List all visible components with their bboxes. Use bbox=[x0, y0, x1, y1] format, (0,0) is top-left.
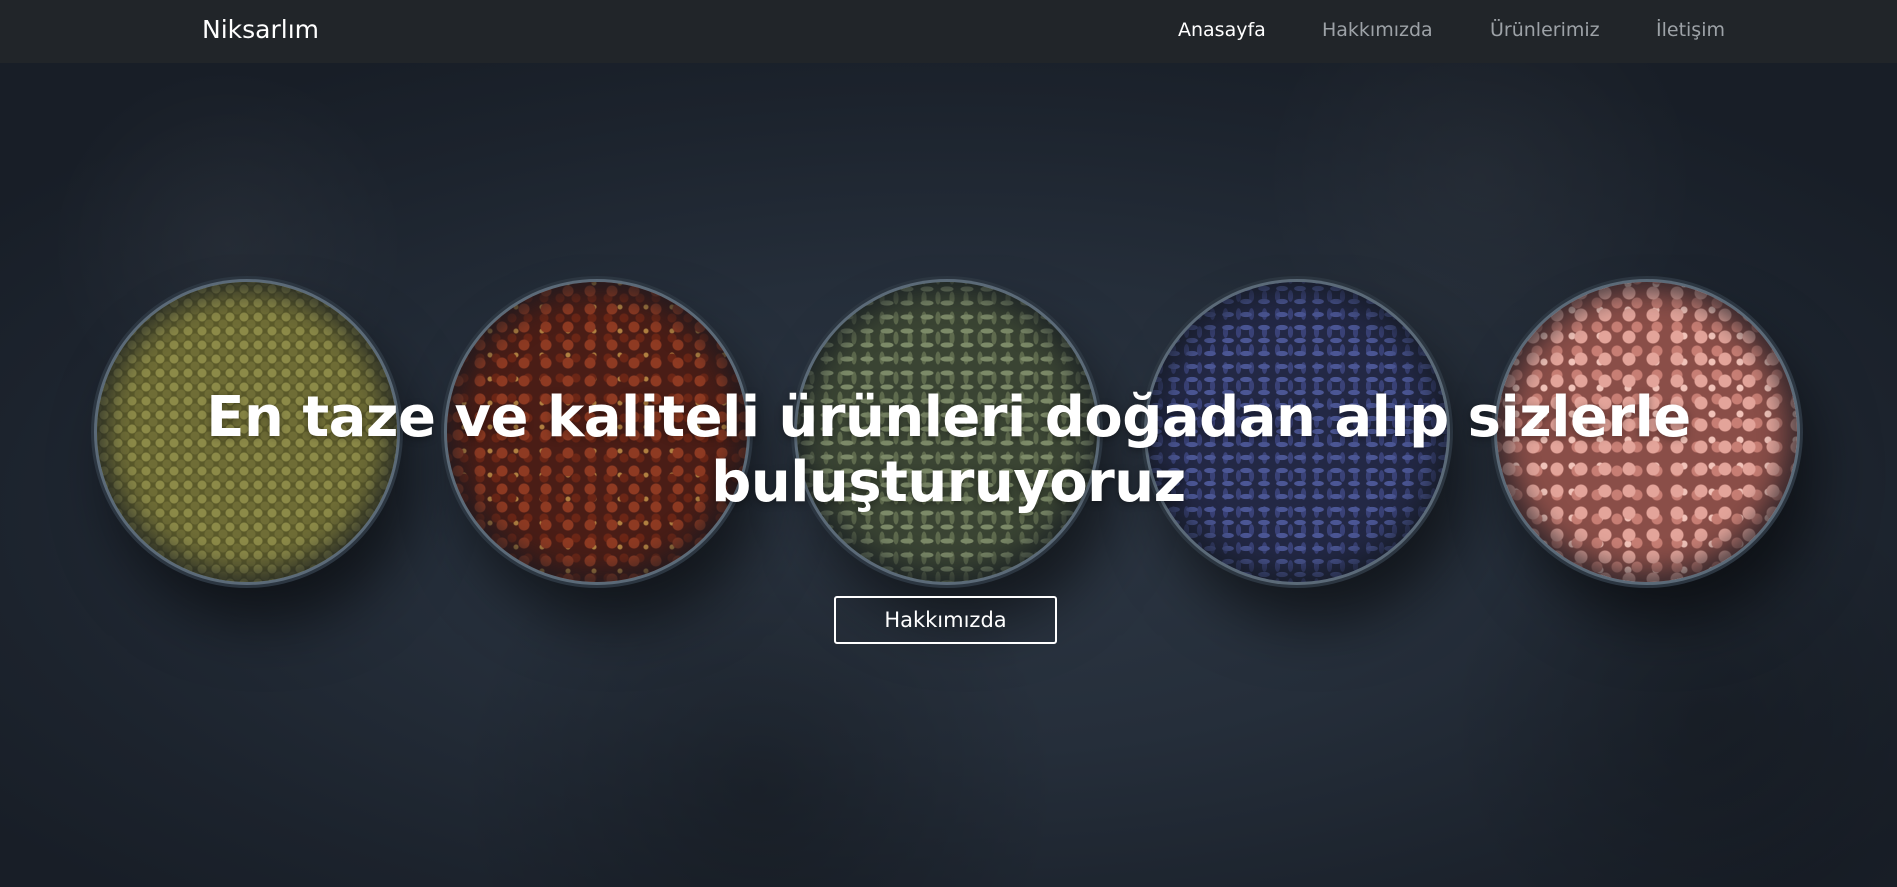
nav-link-iletisim[interactable]: İletişim bbox=[1656, 19, 1725, 41]
brand-logo-link[interactable]: Niksarlım bbox=[202, 15, 319, 44]
page: Niksarlım Anasayfa Hakkımızda Ürünlerimi… bbox=[0, 0, 1897, 887]
nav-link-urunlerimiz[interactable]: Ürünlerimiz bbox=[1490, 19, 1600, 41]
navbar: Niksarlım Anasayfa Hakkımızda Ürünlerimi… bbox=[0, 0, 1897, 63]
nav-link-hakkimizda[interactable]: Hakkımızda bbox=[1322, 19, 1433, 41]
hero-title: En taze ve kaliteli ürünleri doğadan alı… bbox=[206, 385, 1691, 515]
about-button[interactable]: Hakkımızda bbox=[834, 596, 1057, 644]
nav-link-anasayfa[interactable]: Anasayfa bbox=[1178, 19, 1266, 41]
hero-section: En taze ve kaliteli ürünleri doğadan alı… bbox=[0, 63, 1897, 887]
